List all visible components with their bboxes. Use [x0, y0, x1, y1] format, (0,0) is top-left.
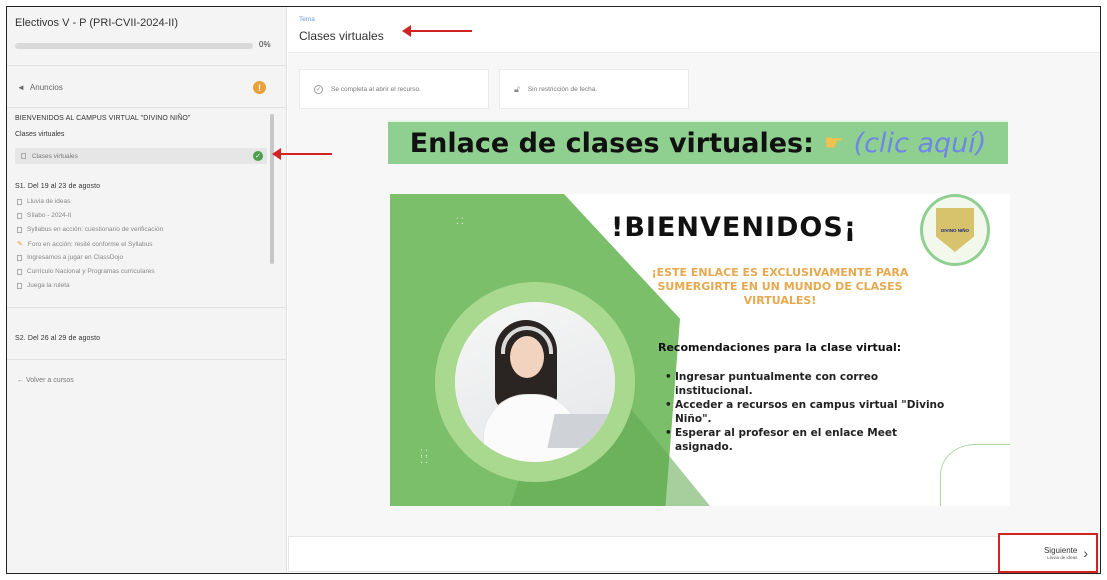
check-circle-icon: ✓: [314, 84, 323, 94]
sidebar-item-clases-virtuales[interactable]: Clases virtuales ✓: [15, 148, 267, 164]
week1-title[interactable]: S1. Del 19 al 23 de agosto: [15, 183, 100, 190]
student-photo: [455, 302, 615, 462]
sidebar-item-label: Lluvia de ideas: [27, 198, 71, 205]
laptop-icon: [547, 414, 615, 448]
course-progress-bar: [15, 43, 253, 49]
document-icon: [17, 212, 22, 219]
course-progress-percent: 0%: [259, 40, 271, 49]
welcome-poster-image: ⁚⁚ ⁚⁚ ⁚⁚ !BIENVENIDOS¡ DIVINO NIÑO ¡ESTE …: [390, 194, 1010, 506]
sidebar-scrollbar[interactable]: [270, 114, 274, 264]
chevron-right-icon: ›: [1083, 545, 1088, 561]
list-item: Ingresar puntualmente con correo institu…: [665, 370, 955, 398]
document-icon: [21, 153, 26, 159]
sidebar-item-classdojo[interactable]: Ingresamos a jugar en ClassDojo: [17, 254, 123, 261]
pointing-hand-icon: ☛: [823, 130, 844, 155]
next-label: Siguiente: [1043, 546, 1078, 555]
school-logo: DIVINO NIÑO: [920, 194, 990, 266]
document-icon: [17, 254, 22, 261]
poster-dots: ⁚⁚ ⁚⁚: [420, 448, 430, 465]
annotation-arrow-title: [402, 25, 472, 37]
document-icon: [17, 268, 22, 275]
week2-title[interactable]: S2. Del 26 al 29 de agosto: [15, 335, 100, 342]
date-info-card: 🔓︎ Sin restricción de fecha.: [499, 69, 689, 109]
sidebar-item-label: Clases virtuales: [32, 152, 78, 160]
sidebar-item-label: Ingresamos a jugar en ClassDojo: [27, 254, 124, 261]
poster-dots: ⁚⁚: [456, 216, 466, 226]
sidebar-item-label: Sílabo - 2024-II: [27, 212, 72, 219]
sidebar-item-lluvia-ideas[interactable]: Lluvia de ideas: [17, 198, 70, 205]
sidebar-item-label: Foro en acción: resité conforme el Sylla…: [27, 240, 153, 248]
sidebar-divider: [7, 307, 287, 308]
quiz-icon: [17, 226, 22, 233]
school-shield-icon: DIVINO NIÑO: [936, 208, 974, 252]
poster-title: !BIENVENIDOS¡: [611, 212, 858, 243]
announcements-label: Anuncios: [29, 83, 63, 92]
back-to-courses-link[interactable]: ← Volver a cursos: [17, 377, 74, 384]
annotation-arrow-sidebar: [272, 148, 332, 160]
sidebar-item-label: Syllabus en acción: cuestionario de veri…: [27, 226, 164, 233]
banner-text: Enlace de clases virtuales:: [409, 127, 814, 159]
completion-text: Se completa al abrir el recurso.: [331, 85, 421, 93]
sidebar-item-ruleta[interactable]: Juega la ruleta: [17, 282, 70, 289]
next-item-name: Lluvia de ideas: [1047, 555, 1078, 560]
completed-check-icon: ✓: [253, 151, 263, 161]
document-icon: [17, 282, 22, 289]
list-item: Esperar al profesor en el enlace Meet as…: [665, 426, 955, 454]
unlock-icon: 🔓︎: [514, 83, 520, 94]
section-welcome-title[interactable]: BIENVENIDOS AL CAMPUS VIRTUAL "DIVINO NI…: [15, 115, 191, 122]
completion-info-card: ✓ Se completa al abrir el recurso.: [299, 69, 489, 109]
virtual-class-link-banner[interactable]: Enlace de clases virtuales: ☛ (clic aquí…: [388, 120, 1008, 164]
forum-icon: ✎: [17, 241, 23, 248]
sidebar-item-label: Juega la ruleta: [27, 282, 70, 289]
subsection-virtual-classes[interactable]: Clases virtuales: [15, 131, 64, 138]
sidebar-divider: [7, 359, 287, 360]
announcements-alert-badge: !: [253, 81, 266, 94]
next-button[interactable]: Siguiente Lluvia de ideas ›: [998, 533, 1098, 573]
sidebar-divider: [7, 107, 287, 108]
sidebar-divider: [7, 65, 287, 66]
page-title: Clases virtuales: [299, 29, 384, 43]
course-sidebar: Electivos V - P (PRI-CVII-2024-II) 0% ◄ …: [7, 7, 287, 573]
sidebar-item-curriculo[interactable]: Currículo Nacional y Programas curricula…: [17, 268, 155, 275]
sidebar-item-silabo[interactable]: Sílabo - 2024-II: [17, 212, 71, 219]
back-label: Volver a cursos: [25, 377, 74, 384]
date-restriction-text: Sin restricción de fecha.: [527, 85, 598, 93]
sidebar-item-foro[interactable]: ✎ Foro en acción: resité conforme el Syll…: [17, 240, 153, 249]
course-title[interactable]: Electivos V - P (PRI-CVII-2024-II): [15, 17, 178, 29]
megaphone-icon: ◄: [17, 83, 25, 92]
document-icon: [17, 198, 22, 205]
sidebar-item-announcements[interactable]: ◄ Anuncios: [17, 83, 63, 92]
bottom-navigation-bar: [288, 536, 1098, 572]
poster-subtitle: ¡ESTE ENLACE ES EXCLUSIVAMENTE PARA SUME…: [651, 266, 909, 307]
recommendations-list: Ingresar puntualmente con correo institu…: [665, 370, 955, 454]
recommendations-title: Recomendaciones para la clase virtual:: [658, 341, 902, 354]
sidebar-item-label: Currículo Nacional y Programas curricula…: [27, 268, 155, 275]
sidebar-item-syllabus-quiz[interactable]: Syllabus en acción: cuestionario de veri…: [17, 226, 163, 233]
list-item: Acceder a recursos en campus virtual "Di…: [665, 398, 955, 426]
arrow-left-icon: ←: [17, 377, 24, 384]
breadcrumb[interactable]: Tema: [299, 16, 315, 23]
poster-decorative-lines: [940, 444, 1010, 506]
poster-photo-ring: [435, 282, 635, 482]
click-here-link[interactable]: (clic aquí): [854, 128, 987, 159]
